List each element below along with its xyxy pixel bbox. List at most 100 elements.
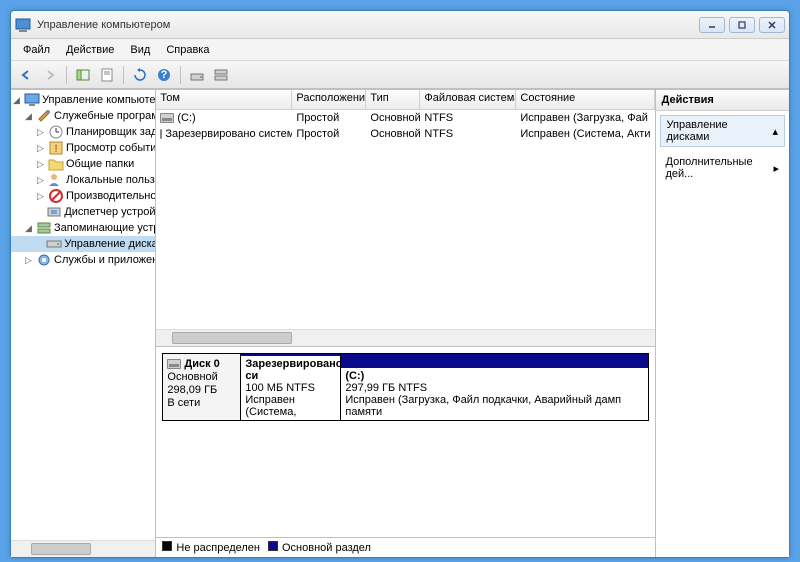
partition-name: Зарезервировано си: [245, 358, 336, 382]
disk-name: Диск 0: [184, 358, 219, 370]
volume-row[interactable]: Зарезервировано системой Простой Основно…: [156, 126, 654, 142]
menu-help[interactable]: Справка: [158, 42, 217, 58]
storage-icon: [36, 220, 52, 236]
tree-services[interactable]: ▷ Службы и приложения: [11, 252, 155, 268]
partition[interactable]: (C:) 297,99 ГБ NTFS Исправен (Загрузка, …: [341, 354, 647, 420]
expand-icon[interactable]: ◢: [23, 111, 34, 122]
scheduler-icon: [48, 124, 64, 140]
legend: Не распределен Основной раздел: [156, 537, 654, 557]
tree[interactable]: ◢ Управление компьютером (л ◢ Служебные …: [11, 90, 155, 540]
tree-scheduler[interactable]: ▷ Планировщик заданий: [11, 124, 155, 140]
toolbar-separator: [180, 66, 181, 84]
volume-fs: NTFS: [420, 112, 516, 124]
scroll-thumb[interactable]: [31, 543, 91, 555]
tree-pane: ◢ Управление компьютером (л ◢ Служебные …: [11, 90, 156, 557]
tree-eventvwr[interactable]: ▷ ! Просмотр событий: [11, 140, 155, 156]
collapse-icon[interactable]: ▷: [35, 191, 46, 202]
drive-icon: [160, 129, 162, 139]
col-volume[interactable]: Том: [156, 90, 292, 109]
tree-hscrollbar[interactable]: [11, 540, 155, 557]
graphical-view: Диск 0 Основной 298,09 ГБ В сети Зарезер…: [156, 347, 654, 557]
tree-users[interactable]: ▷ Локальные пользоват: [11, 172, 155, 188]
volume-status: Исправен (Загрузка, Фай: [516, 112, 654, 124]
col-fs[interactable]: Файловая система: [420, 90, 516, 109]
expand-icon[interactable]: ◢: [11, 95, 22, 106]
menu-view[interactable]: Вид: [122, 42, 158, 58]
actions-title: Действия: [656, 90, 790, 111]
volume-header: Том Расположение Тип Файловая система Со…: [156, 90, 654, 110]
partition-header: [341, 354, 647, 368]
disk-size: 298,09 ГБ: [167, 384, 236, 396]
col-layout[interactable]: Расположение: [292, 90, 366, 109]
partition[interactable]: Зарезервировано си 100 МБ NTFS Исправен …: [241, 354, 341, 420]
eventvwr-icon: !: [48, 140, 64, 156]
forward-button[interactable]: [39, 64, 61, 86]
partition-status: Исправен (Система,: [245, 394, 336, 418]
back-button[interactable]: [15, 64, 37, 86]
menu-file[interactable]: Файл: [15, 42, 58, 58]
show-hide-tree-button[interactable]: [72, 64, 94, 86]
col-type[interactable]: Тип: [366, 90, 420, 109]
tree-shared[interactable]: ▷ Общие папки: [11, 156, 155, 172]
collapse-icon[interactable]: ▷: [35, 175, 46, 186]
tree-diskmgmt[interactable]: Управление дисками: [11, 236, 155, 252]
menu-action[interactable]: Действие: [58, 42, 122, 58]
actions-more[interactable]: Дополнительные дей... ▸: [660, 153, 786, 183]
window-title: Управление компьютером: [37, 19, 699, 31]
collapse-icon[interactable]: ▷: [35, 143, 46, 154]
properties-button[interactable]: [96, 64, 118, 86]
collapse-icon[interactable]: ▷: [23, 255, 34, 266]
volume-layout: Простой: [292, 128, 366, 140]
scroll-thumb[interactable]: [172, 332, 292, 344]
svg-text:!: !: [54, 143, 57, 155]
folder-icon: [48, 156, 64, 172]
volume-rows: (C:) Простой Основной NTFS Исправен (Заг…: [156, 110, 654, 329]
disk-state: В сети: [167, 397, 236, 409]
volume-row[interactable]: (C:) Простой Основной NTFS Исправен (Заг…: [156, 110, 654, 126]
disk-row[interactable]: Диск 0 Основной 298,09 ГБ В сети Зарезер…: [162, 353, 648, 421]
volume-list: Том Расположение Тип Файловая система Со…: [156, 90, 654, 347]
disk-type: Основной: [167, 371, 236, 383]
refresh-button[interactable]: [129, 64, 151, 86]
col-status[interactable]: Состояние: [516, 90, 654, 109]
expand-icon[interactable]: ◢: [23, 223, 34, 234]
tree-root[interactable]: ◢ Управление компьютером (л: [11, 92, 155, 108]
volume-type: Основной: [366, 128, 420, 140]
actions-group[interactable]: Управление дисками ▴: [660, 115, 786, 147]
minimize-button[interactable]: [699, 17, 725, 33]
drive-icon: [160, 113, 174, 123]
perf-icon: [48, 188, 64, 204]
computer-management-window: Управление компьютером Файл Действие Вид…: [10, 10, 790, 558]
partition-size: 297,99 ГБ NTFS: [345, 382, 643, 394]
partition-size: 100 МБ NTFS: [245, 382, 336, 394]
tree-storage[interactable]: ◢ Запоминающие устройст: [11, 220, 155, 236]
toolbar: ?: [11, 61, 789, 89]
app-icon: [15, 17, 31, 33]
partition-status: Исправен (Загрузка, Файл подкачки, Авари…: [345, 394, 643, 418]
titlebar[interactable]: Управление компьютером: [11, 11, 789, 39]
legend-unallocated: Не распределен: [162, 541, 260, 554]
menubar: Файл Действие Вид Справка: [11, 39, 789, 61]
tree-system-tools[interactable]: ◢ Служебные программы: [11, 108, 155, 124]
volume-name: (C:): [177, 112, 195, 124]
volume-layout: Простой: [292, 112, 366, 124]
actions-group-label: Управление дисками: [667, 119, 773, 143]
svg-text:?: ?: [161, 69, 168, 81]
toolbar-separator: [123, 66, 124, 84]
close-button[interactable]: [759, 17, 785, 33]
content-area: ◢ Управление компьютером (л ◢ Служебные …: [11, 89, 789, 557]
volume-type: Основной: [366, 112, 420, 124]
disk-list-button[interactable]: [210, 64, 232, 86]
disk-settings-button[interactable]: [186, 64, 208, 86]
collapse-icon[interactable]: ▷: [35, 159, 46, 170]
maximize-button[interactable]: [729, 17, 755, 33]
tree-perf[interactable]: ▷ Производительность: [11, 188, 155, 204]
tree-devmgr[interactable]: Диспетчер устройств: [11, 204, 155, 220]
volume-hscrollbar[interactable]: [156, 329, 654, 346]
computer-icon: [24, 92, 40, 108]
help-button[interactable]: ?: [153, 64, 175, 86]
center-pane: Том Расположение Тип Файловая система Со…: [156, 90, 654, 557]
collapse-icon[interactable]: ▷: [35, 127, 46, 138]
actions-pane: Действия Управление дисками ▴ Дополнител…: [655, 90, 790, 557]
collapse-icon: ▴: [772, 125, 778, 138]
